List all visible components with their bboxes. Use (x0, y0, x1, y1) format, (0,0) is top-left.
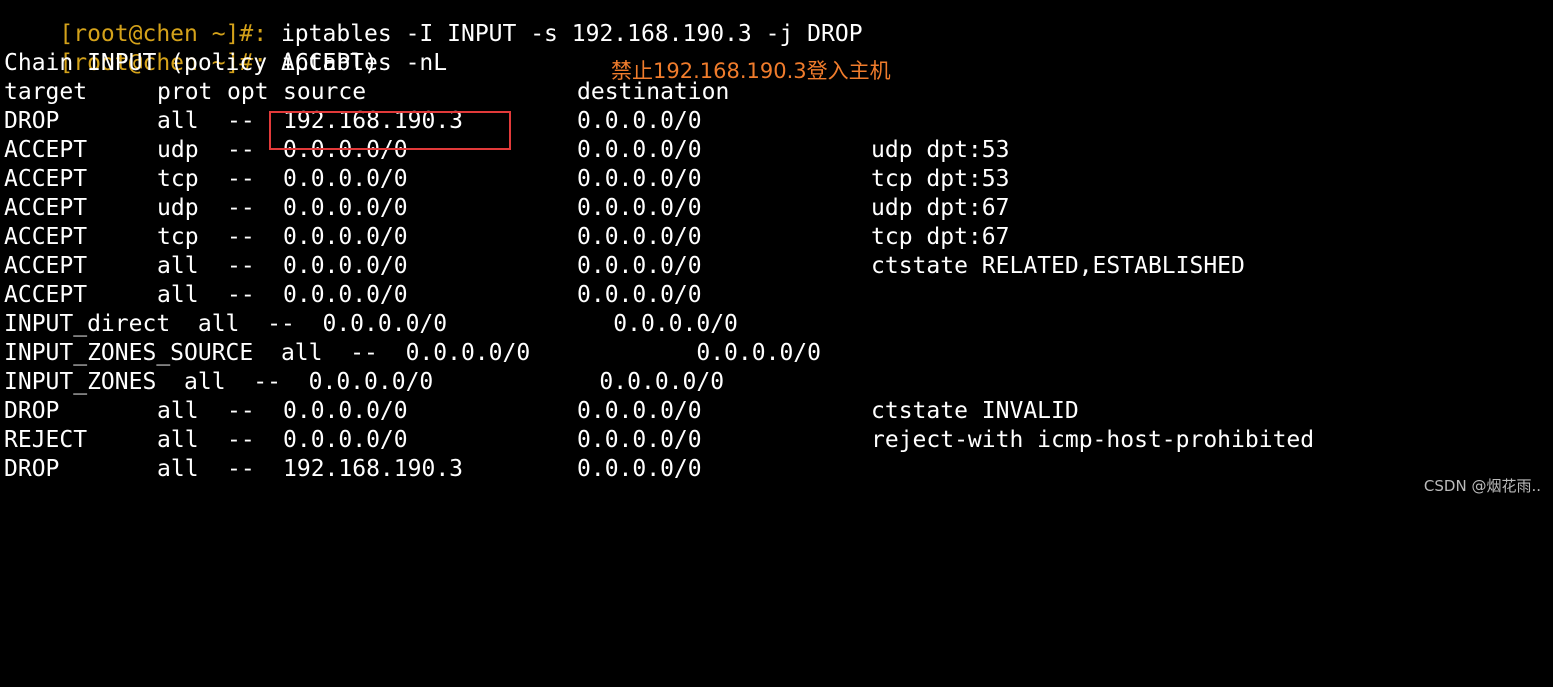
rule-row: ACCEPT all -- 0.0.0.0/0 0.0.0.0/0 ctstat… (4, 252, 1404, 281)
column-header-target: target (4, 79, 88, 105)
rule-extra: tcp dpt:67 (871, 224, 1010, 250)
rule-row: ACCEPT tcp -- 0.0.0.0/0 0.0.0.0/0 tcp dp… (4, 165, 1404, 194)
rule-opt: -- (227, 224, 255, 250)
annotation-note: 禁止192.168.190.3登入主机 (611, 59, 891, 83)
rule-prot: udp (157, 195, 199, 221)
rule-destination: 0.0.0.0/0 (577, 282, 702, 308)
rule-prot: tcp (157, 166, 199, 192)
chain-header: Chain INPUT (policy ACCEPT) (4, 50, 378, 76)
rule-row: INPUT_ZONES all -- 0.0.0.0/0 0.0.0.0/0 (4, 369, 725, 395)
rule-target: ACCEPT (4, 224, 88, 250)
rule-destination: 0.0.0.0/0 (577, 137, 702, 163)
rule-opt: -- (227, 456, 255, 482)
rule-target: REJECT (4, 427, 88, 453)
rule-destination: 0.0.0.0/0 (577, 427, 702, 453)
column-header-source: source (283, 79, 367, 105)
rule-extra: ctstate INVALID (871, 398, 1079, 424)
rule-source: 0.0.0.0/0 (283, 282, 408, 308)
column-header-prot: prot (157, 79, 213, 105)
rule-opt: -- (227, 282, 255, 308)
rule-destination: 0.0.0.0/0 (577, 456, 702, 482)
rule-prot: all (157, 108, 199, 134)
rule-source: 192.168.190.3 (283, 456, 464, 482)
rule-destination: 0.0.0.0/0 (577, 224, 702, 250)
rule-row: DROP all -- 0.0.0.0/0 0.0.0.0/0 ctstate … (4, 397, 1404, 426)
rule-row: ACCEPT udp -- 0.0.0.0/0 0.0.0.0/0 udp dp… (4, 194, 1404, 223)
rule-source: 0.0.0.0/0 (283, 166, 408, 192)
rule-extra: ctstate RELATED,ESTABLISHED (871, 253, 1245, 279)
rule-source: 0.0.0.0/0 (283, 253, 408, 279)
rule-target: DROP (4, 456, 60, 482)
rule-destination: 0.0.0.0/0 (577, 195, 702, 221)
column-header-opt: opt (227, 79, 269, 105)
rule-destination: 0.0.0.0/0 (577, 398, 702, 424)
rule-opt: -- (227, 195, 255, 221)
rule-opt: -- (227, 253, 255, 279)
rule-extra: udp dpt:53 (871, 137, 1010, 163)
rule-target: ACCEPT (4, 137, 88, 163)
rule-prot: all (157, 398, 199, 424)
rule-opt: -- (227, 166, 255, 192)
rule-opt: -- (227, 108, 255, 134)
rule-target: ACCEPT (4, 166, 88, 192)
watermark: CSDN @烟花雨.. (1423, 477, 1541, 495)
rule-extra: reject-with icmp-host-prohibited (871, 427, 1315, 453)
rule-opt: -- (227, 398, 255, 424)
rule-opt: -- (227, 427, 255, 453)
rule-target: ACCEPT (4, 253, 88, 279)
terminal-command-line-2: [root@chen ~]#: iptables -nL (4, 20, 447, 76)
rule-prot: udp (157, 137, 199, 163)
rule-destination: 0.0.0.0/0 (577, 108, 702, 134)
rule-target: DROP (4, 108, 60, 134)
rule-row: INPUT_direct all -- 0.0.0.0/0 0.0.0.0/0 (4, 311, 738, 337)
rule-prot: tcp (157, 224, 199, 250)
rule-prot: all (157, 456, 199, 482)
rule-source: 0.0.0.0/0 (283, 224, 408, 250)
rule-row: ACCEPT all -- 0.0.0.0/0 0.0.0.0/0 (4, 281, 1404, 310)
rule-opt: -- (227, 137, 255, 163)
rule-prot: all (157, 427, 199, 453)
rule-extra: tcp dpt:53 (871, 166, 1010, 192)
rule-target: DROP (4, 398, 60, 424)
rule-target: ACCEPT (4, 195, 88, 221)
rule-row: ACCEPT udp -- 0.0.0.0/0 0.0.0.0/0 udp dp… (4, 136, 1404, 165)
rule-row: DROP all -- 192.168.190.3 0.0.0.0/0 (4, 107, 1404, 136)
rule-extra: udp dpt:67 (871, 195, 1010, 221)
rule-row: ACCEPT tcp -- 0.0.0.0/0 0.0.0.0/0 tcp dp… (4, 223, 1404, 252)
rule-prot: all (157, 253, 199, 279)
rule-row: DROP all -- 192.168.190.3 0.0.0.0/0 (4, 455, 1404, 484)
rule-row: REJECT all -- 0.0.0.0/0 0.0.0.0/0 reject… (4, 426, 1404, 455)
terminal-command-line-1: [root@chen ~]#: iptables -I INPUT -s 192… (4, 0, 862, 47)
rule-row: INPUT_ZONES_SOURCE all -- 0.0.0.0/0 0.0.… (4, 340, 821, 366)
highlight-box (269, 111, 511, 150)
rule-destination: 0.0.0.0/0 (577, 253, 702, 279)
rule-source: 0.0.0.0/0 (283, 195, 408, 221)
rule-target: ACCEPT (4, 282, 88, 308)
rule-prot: all (157, 282, 199, 308)
rule-source: 0.0.0.0/0 (283, 427, 408, 453)
rule-source: 0.0.0.0/0 (283, 398, 408, 424)
rule-destination: 0.0.0.0/0 (577, 166, 702, 192)
